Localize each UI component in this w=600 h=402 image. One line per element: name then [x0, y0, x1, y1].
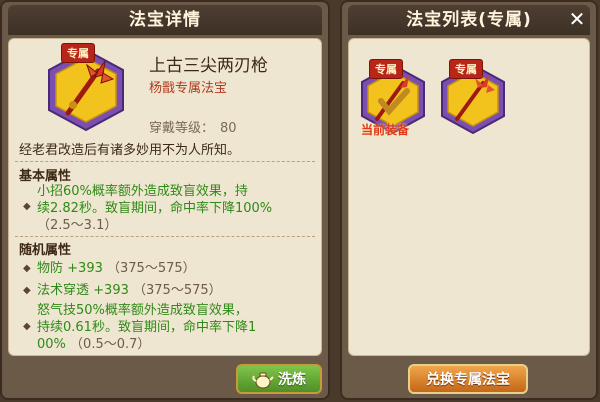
- wear-level-value: 80: [220, 121, 237, 136]
- random-attr-physical-defense: 物防 +393 （375～575）: [37, 260, 196, 277]
- exclusive-tag: 专属: [369, 59, 403, 79]
- random-attributes-heading: 随机属性: [19, 243, 72, 258]
- attr-name: 物防: [37, 261, 64, 276]
- basic-effect-line-1: 小招60%概率额外造成致盲效果，持: [37, 184, 248, 199]
- panel-title: 法宝详情: [8, 5, 322, 35]
- random-effect-range: （0.5～0.7）: [70, 337, 151, 352]
- item-icon-badge[interactable]: 专属: [43, 43, 129, 133]
- diamond-bullet-icon: ◆: [23, 263, 31, 274]
- close-icon[interactable]: ✕: [565, 7, 589, 31]
- wear-level: 穿戴等级： 80: [149, 117, 237, 136]
- divider: [15, 236, 315, 237]
- item-name: 上古三尖两刃枪: [149, 56, 268, 76]
- refine-button[interactable]: 洗炼: [236, 364, 322, 394]
- item-detail-content: 专属 上古三尖两刃枪 杨戬专属法宝 穿戴等级： 80 经老君改造后有诸多妙用不为人…: [8, 38, 322, 356]
- basic-effect-range: （2.5～3.1）: [37, 218, 118, 233]
- random-effect-line-1: 怒气技50%概率额外造成致盲效果，: [37, 303, 248, 318]
- diamond-bullet-icon: ◆: [23, 201, 31, 212]
- diamond-bullet-icon: ◆: [23, 285, 31, 296]
- panel-title: 法宝列表(专属): [348, 5, 590, 35]
- exclusive-tag: 专属: [449, 59, 483, 79]
- attr-range: （375～575）: [133, 283, 222, 298]
- item-list-grid: 专属 当前装备 专属: [348, 38, 590, 356]
- refine-button-label: 洗炼: [278, 372, 306, 388]
- item-description: 经老君改造后有诸多妙用不为人所知。: [19, 143, 241, 158]
- basic-attributes-heading: 基本属性: [19, 169, 72, 184]
- random-effect-line-2: 持续0.61秒。致盲期间，命中率下降1: [37, 320, 257, 335]
- item-slot[interactable]: 专属: [437, 59, 509, 135]
- diamond-bullet-icon: ◆: [23, 321, 31, 332]
- random-effect-line-3: 00% （0.5～0.7）: [37, 337, 151, 352]
- divider: [15, 161, 315, 162]
- attr-range: （375～575）: [107, 261, 196, 276]
- attr-value: +393: [67, 261, 103, 276]
- item-detail-panel: 法宝详情 专属 上古三尖两刃枪 杨戬专属法宝 穿戴等级： 80 经老君改造后有诸多…: [0, 0, 330, 400]
- equipped-label: 当前装备: [361, 123, 410, 137]
- item-slot-equipped[interactable]: 专属 当前装备: [357, 59, 429, 137]
- basic-effect-line-2: 续2.82秒。致盲期间，命中率下降100%: [37, 201, 273, 216]
- item-list-panel: 法宝列表(专属) 专属 当前装备 专属: [340, 0, 598, 400]
- swap-exclusive-item-button[interactable]: 兑换专属法宝: [408, 364, 528, 394]
- attr-value: +393: [93, 283, 129, 298]
- teapot-icon: [252, 371, 274, 389]
- exclusive-tag: 专属: [61, 43, 95, 63]
- item-owner-label: 杨戬专属法宝: [149, 81, 228, 96]
- attr-name: 法术穿透: [37, 283, 90, 298]
- random-attr-magic-penetration: 法术穿透 +393 （375～575）: [37, 282, 222, 299]
- wear-level-label: 穿戴等级：: [149, 121, 215, 136]
